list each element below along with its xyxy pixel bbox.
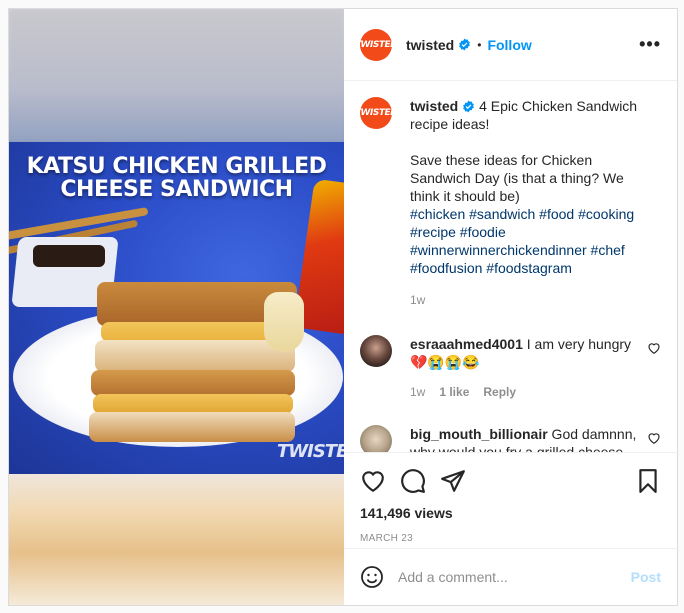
caption-body: twisted 4 Epic Chicken Sandwich recipe i… (410, 97, 655, 309)
separator-dot: • (477, 37, 482, 52)
sandwich-layer (89, 412, 295, 442)
caption: TWISTED twisted 4 Epic Chicken Sandwich … (355, 97, 661, 309)
like-comment-heart-icon[interactable] (647, 431, 661, 445)
username-link[interactable]: esraaahmed4001 (410, 336, 523, 352)
views-count[interactable]: 141,496 views (360, 505, 661, 521)
likes-count[interactable]: 1 like (439, 385, 469, 399)
post-comment-button[interactable]: Post (631, 569, 661, 585)
media-title-line: KATSU CHICKEN GRILLED (26, 154, 327, 179)
like-comment-heart-icon[interactable] (647, 341, 661, 355)
comment: big_mouth_billionair God damnnn, why wou… (360, 425, 661, 452)
post-media[interactable]: KATSU CHICKEN GRILLED CHEESE SANDWICH TW… (9, 9, 344, 605)
comment-body: big_mouth_billionair God damnnn, why wou… (410, 425, 640, 452)
verified-badge-icon (463, 100, 475, 113)
media-watermark: TWISTED (277, 441, 344, 462)
avatar[interactable]: TWISTED (355, 97, 398, 129)
username-link[interactable]: twisted (410, 98, 458, 114)
media-title-line: CHEESE SANDWICH (60, 177, 293, 202)
emoji-icon[interactable] (360, 565, 384, 589)
comment-body: esraaahmed4001 I am very hungry💔😭😭😂 1w 1 … (410, 335, 640, 401)
media-blur-bottom (9, 474, 344, 605)
sandwich-layer (95, 340, 295, 372)
post-actions: 141,496 views MARCH 23 (344, 452, 677, 548)
username-link[interactable]: twisted (406, 37, 454, 53)
photo-sauce (33, 245, 105, 267)
media-title: KATSU CHICKEN GRILLED CHEESE SANDWICH (9, 155, 344, 201)
caption-text: Save these ideas for Chicken Sandwich Da… (410, 152, 624, 204)
sandwich-layer (93, 394, 293, 414)
sandwich-cheese (264, 292, 304, 352)
post-header: TWISTED twisted • Follow ••• (344, 9, 677, 81)
caption-hashtags[interactable]: #chicken #sandwich #food #cooking #recip… (410, 205, 655, 277)
like-heart-icon[interactable] (360, 468, 386, 494)
post-date[interactable]: MARCH 23 (360, 533, 661, 544)
media-blur-top (9, 9, 344, 142)
add-comment-input[interactable] (398, 569, 623, 585)
save-bookmark-icon[interactable] (635, 468, 661, 494)
more-options-icon[interactable]: ••• (639, 34, 661, 55)
verified-badge-icon (459, 38, 471, 51)
comment-composer: Post (344, 548, 677, 605)
caption-meta: 1w (410, 291, 655, 309)
avatar[interactable] (360, 425, 392, 452)
sandwich-layer (91, 370, 295, 396)
avatar[interactable]: TWISTED (355, 28, 398, 61)
username-link[interactable]: big_mouth_billionair (410, 426, 548, 442)
action-icons (360, 461, 661, 501)
comments-section[interactable]: TWISTED twisted 4 Epic Chicken Sandwich … (344, 81, 677, 452)
post-container: KATSU CHICKEN GRILLED CHEESE SANDWICH TW… (8, 8, 678, 606)
follow-button[interactable]: Follow (487, 37, 531, 53)
timestamp[interactable]: 1w (410, 385, 425, 399)
post-sidebar: TWISTED twisted • Follow ••• TWISTED twi… (344, 9, 677, 605)
comment-meta: 1w 1 like Reply (410, 383, 640, 401)
timestamp[interactable]: 1w (410, 293, 425, 307)
reply-button[interactable]: Reply (483, 385, 516, 399)
share-paper-plane-icon[interactable] (440, 468, 466, 494)
avatar[interactable] (360, 335, 392, 367)
comment-bubble-icon[interactable] (400, 468, 426, 494)
comment: esraaahmed4001 I am very hungry💔😭😭😂 1w 1 … (360, 335, 661, 401)
